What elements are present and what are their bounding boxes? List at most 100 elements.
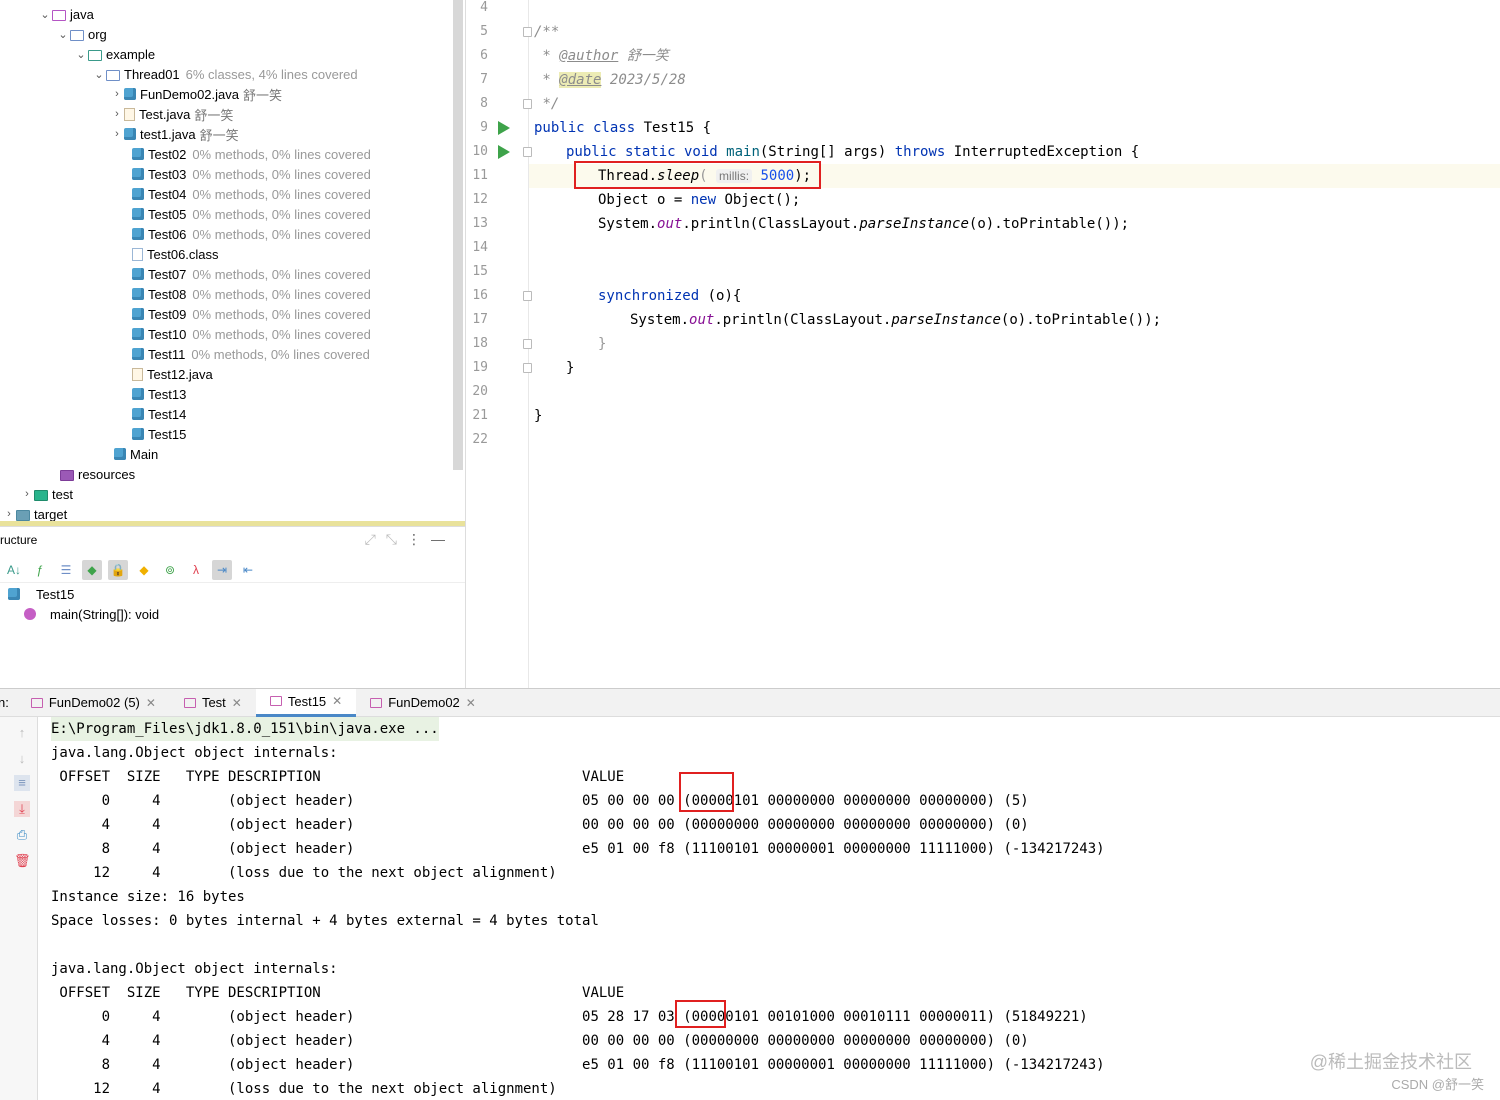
expand-icon[interactable]: ⤢	[365, 531, 386, 547]
class-icon	[132, 388, 144, 400]
down-arrow-icon[interactable]: ↓	[14, 751, 30, 767]
close-icon[interactable]: ✕	[232, 696, 242, 710]
tree-item-resources[interactable]: resources	[60, 464, 135, 484]
group-icon[interactable]: ☰	[56, 560, 76, 580]
tree-item-label: Test.java	[139, 106, 191, 122]
tree-item-example[interactable]: ⌄ example	[74, 44, 155, 64]
chevron-right-icon[interactable]: ›	[20, 488, 34, 500]
tree-item-label: target	[34, 506, 68, 522]
tree-item-test02[interactable]: Test02 0% methods, 0% lines covered	[132, 144, 371, 164]
fold-icon[interactable]	[523, 99, 532, 109]
console-line: java.lang.Object object internals:	[51, 745, 338, 761]
tree-item-test14[interactable]: Test14	[132, 404, 186, 424]
scroll-to-end-icon[interactable]: ⤓	[14, 801, 30, 817]
structure-method-node[interactable]: main(String[]): void	[24, 604, 159, 624]
soft-wrap-icon[interactable]: ≡	[14, 775, 30, 791]
run-panel: n: FunDemo02 (5) ✕ Test ✕ Test15 ✕ FunDemo0…	[0, 688, 1500, 1100]
fold-icon[interactable]	[523, 363, 532, 373]
show-inherited-icon[interactable]: ⊚	[160, 560, 180, 580]
tree-item-test07[interactable]: Test07 0% methods, 0% lines covered	[132, 264, 371, 284]
structure-method-label: main(String[]): void	[50, 606, 160, 622]
fold-icon[interactable]	[523, 339, 532, 349]
fold-icon[interactable]	[523, 27, 532, 37]
tree-item-test1-java[interactable]: › test1.java 舒一笑	[110, 124, 239, 144]
tree-scrollbar[interactable]	[453, 0, 463, 470]
tab-test15[interactable]: Test15 ✕	[255, 688, 357, 717]
tree-item-test10[interactable]: Test10 0% methods, 0% lines covered	[132, 324, 371, 344]
collapse-icon[interactable]: ⤡	[386, 531, 407, 547]
fold-icon[interactable]	[523, 147, 532, 157]
more-options-icon[interactable]: ⋮	[407, 531, 431, 547]
trash-icon[interactable]: 🗑	[14, 853, 31, 869]
show-lambdas-icon[interactable]: λ	[186, 560, 206, 580]
tree-item-test08[interactable]: Test08 0% methods, 0% lines covered	[132, 284, 371, 304]
code-line-21: }	[534, 408, 543, 424]
tree-item-test15[interactable]: Test15	[132, 424, 186, 444]
minimize-icon[interactable]: —	[431, 531, 455, 547]
tree-item-test04[interactable]: Test04 0% methods, 0% lines covered	[132, 184, 371, 204]
tree-item-test03[interactable]: Test03 0% methods, 0% lines covered	[132, 164, 371, 184]
tree-item-test09[interactable]: Test09 0% methods, 0% lines covered	[132, 304, 371, 324]
chevron-down-icon[interactable]: ⌄	[38, 8, 52, 21]
run-config-icon	[370, 697, 383, 708]
run-label: n:	[0, 695, 9, 710]
chevron-right-icon[interactable]: ›	[2, 508, 16, 520]
structure-class-label: Test15	[36, 586, 75, 602]
tree-item-test05[interactable]: Test05 0% methods, 0% lines covered	[132, 204, 371, 224]
tree-item-label: Test04	[148, 186, 187, 202]
tree-item-test06-class[interactable]: Test06.class	[132, 244, 219, 264]
tree-item-test06[interactable]: Test06 0% methods, 0% lines covered	[132, 224, 371, 244]
tree-item-test13[interactable]: Test13	[132, 384, 186, 404]
chevron-right-icon[interactable]: ›	[110, 108, 124, 120]
tree-item-test-java[interactable]: › Test.java 舒一笑	[110, 104, 233, 124]
structure-class-node[interactable]: Test15	[8, 584, 74, 604]
line-number: 10	[472, 144, 488, 159]
tree-item-label: FunDemo02.java	[140, 86, 239, 102]
console-line: 4 4 (object header) 00 00 00 00 (0000000…	[51, 1033, 1029, 1049]
console-output[interactable]: E:\Program_Files\jdk1.8.0_151\bin\java.e…	[51, 717, 1491, 1100]
autoscroll-to-source-icon[interactable]: ⇥	[212, 559, 232, 580]
tree-item-org[interactable]: ⌄ org	[56, 24, 106, 44]
tree-item-test11[interactable]: Test11 0% methods, 0% lines covered	[132, 344, 370, 364]
tab-fundemo02[interactable]: FunDemo02 ✕	[356, 689, 490, 717]
tree-item-thread01[interactable]: ⌄ Thread01 6% classes, 4% lines covered	[92, 64, 357, 84]
chevron-down-icon[interactable]: ⌄	[92, 68, 106, 81]
up-arrow-icon[interactable]: ↑	[14, 725, 30, 741]
author-annotation: 舒一笑	[199, 127, 239, 143]
show-fields-icon[interactable]: ◆	[82, 559, 102, 580]
close-icon[interactable]: ✕	[332, 694, 342, 708]
tree-item-test12-java[interactable]: Test12.java	[132, 364, 213, 384]
close-icon[interactable]: ✕	[466, 696, 476, 710]
sort-alpha-icon[interactable]: A↓	[4, 560, 24, 580]
tree-item-fundemo02[interactable]: › FunDemo02.java 舒一笑	[110, 84, 282, 104]
tab-test[interactable]: Test ✕	[170, 689, 256, 717]
code-editor[interactable]: 4 5 6 7 8 9 10 11 12 13 14 15 16 17 18 19 20 21 22 /** * @…	[465, 0, 1500, 688]
code-line-9: public class Test15 {	[534, 120, 712, 136]
class-icon	[132, 408, 144, 420]
chevron-down-icon[interactable]: ⌄	[56, 28, 70, 41]
run-class-icon[interactable]	[498, 121, 510, 135]
chevron-right-icon[interactable]: ›	[110, 128, 124, 140]
tree-item-label: Test11	[148, 346, 186, 362]
autoscroll-from-source-icon[interactable]: ⇤	[238, 560, 258, 580]
chevron-right-icon[interactable]: ›	[110, 88, 124, 100]
chevron-down-icon[interactable]: ⌄	[74, 48, 88, 61]
show-properties-icon[interactable]: ◆	[134, 560, 154, 580]
run-config-icon	[30, 697, 43, 708]
run-config-icon	[269, 696, 282, 706]
class-icon	[114, 448, 126, 460]
project-tree: ⌄ java ⌄ org ⌄ example ⌄ Thread01 6% cla…	[0, 0, 465, 525]
console-line: 8 4 (object header) e5 01 00 f8 (1110010…	[51, 841, 1105, 857]
tree-item-label: Thread01	[124, 66, 180, 82]
run-main-icon[interactable]	[498, 145, 510, 159]
tab-fundemo02-5[interactable]: FunDemo02 (5) ✕	[17, 689, 170, 717]
sort-visibility-icon[interactable]: ƒ	[30, 560, 50, 580]
tree-item-main[interactable]: Main	[114, 444, 158, 464]
line-number: 9	[480, 120, 488, 135]
close-icon[interactable]: ✕	[146, 696, 156, 710]
tree-item-test[interactable]: › test	[20, 484, 73, 504]
fold-icon[interactable]	[523, 291, 532, 301]
tree-item-java[interactable]: ⌄ java	[38, 4, 93, 24]
show-non-public-icon[interactable]: 🔒	[108, 559, 128, 580]
print-icon[interactable]: ⎙	[14, 827, 30, 843]
